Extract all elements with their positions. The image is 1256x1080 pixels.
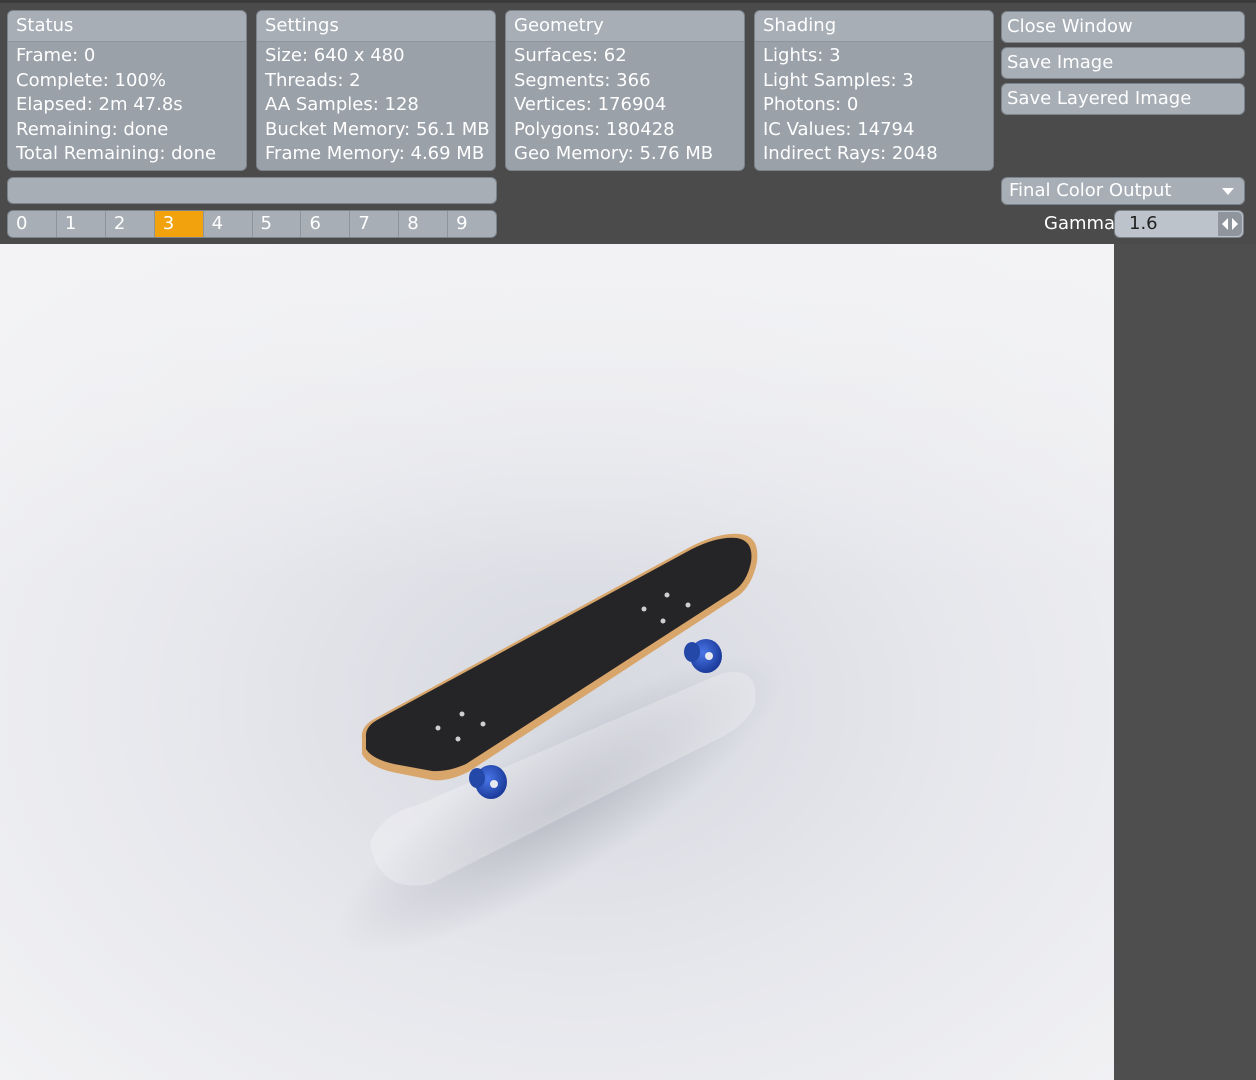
output-select[interactable]: Final Color Output (1001, 177, 1245, 205)
window-top-border (0, 0, 1256, 3)
frame-buffer-8[interactable]: 8 (399, 211, 449, 237)
settings-frame-memory: Frame Memory: 4.69 MB (265, 143, 485, 164)
status-complete: Complete: 100% (16, 69, 166, 91)
render-image (0, 244, 1114, 1080)
shading-indirect-rays: Indirect Rays: 2048 (763, 143, 938, 164)
gamma-label: Gamma (1044, 213, 1116, 234)
geometry-panel: Geometry Surfaces: 62 Segments: 366 Vert… (505, 10, 745, 171)
status-panel: Status Frame: 0 Complete: 100% Elapsed: … (7, 10, 247, 171)
frame-buffer-6[interactable]: 6 (301, 211, 351, 237)
settings-aa-samples: AA Samples: 128 (265, 94, 419, 115)
gamma-value: 1.6 (1129, 213, 1158, 234)
settings-size: Size: 640 x 480 (265, 45, 405, 66)
settings-panel-title: Settings (257, 11, 495, 42)
chevron-down-icon (1222, 188, 1234, 195)
gamma-input[interactable]: 1.6 (1114, 210, 1244, 238)
shading-panel: Shading Lights: 3 Light Samples: 3 Photo… (754, 10, 994, 171)
geometry-segments: Segments: 366 (514, 69, 651, 91)
spinner-arrows-icon[interactable] (1218, 212, 1242, 236)
frame-buffer-9[interactable]: 9 (448, 211, 496, 237)
geometry-panel-title: Geometry (506, 11, 744, 42)
shading-photons: Photons: 0 (763, 94, 859, 115)
settings-threads: Threads: 2 (265, 69, 361, 91)
status-panel-title: Status (8, 11, 246, 42)
settings-bucket-memory: Bucket Memory: 56.1 MB (265, 118, 490, 140)
render-progress-bar (7, 177, 497, 204)
status-total-remaining: Total Remaining: done (16, 143, 217, 164)
frame-buffer-3[interactable]: 3 (154, 211, 204, 237)
output-select-value: Final Color Output (1009, 180, 1172, 201)
save-image-button[interactable]: Save Image (1001, 47, 1245, 79)
status-elapsed: Elapsed: 2m 47.8s (16, 94, 183, 115)
status-remaining: Remaining: done (16, 118, 169, 140)
frame-buffer-1[interactable]: 1 (57, 211, 106, 237)
shading-light-samples: Light Samples: 3 (763, 69, 914, 91)
close-window-button[interactable]: Close Window (1001, 11, 1245, 43)
frame-buffer-0[interactable]: 0 (8, 211, 57, 237)
shading-panel-title: Shading (755, 11, 993, 42)
shading-lights: Lights: 3 (763, 45, 841, 66)
render-viewport (0, 244, 1114, 1080)
geometry-geo-memory: Geo Memory: 5.76 MB (514, 143, 714, 164)
save-layered-image-button[interactable]: Save Layered Image (1001, 83, 1245, 115)
shading-ic-values: IC Values: 14794 (763, 118, 915, 140)
viewport-side-strip (1114, 244, 1256, 1080)
frame-buffer-7[interactable]: 7 (350, 211, 400, 237)
frame-buffer-2[interactable]: 2 (106, 211, 155, 237)
frame-buffer-4[interactable]: 4 (204, 211, 253, 237)
frame-buffer-selector: 0 1 2 3 4 5 6 7 8 9 (7, 210, 497, 238)
settings-panel: Settings Size: 640 x 480 Threads: 2 AA S… (256, 10, 496, 171)
frame-buffer-5[interactable]: 5 (253, 211, 302, 237)
status-frame: Frame: 0 (16, 45, 96, 66)
geometry-surfaces: Surfaces: 62 (514, 45, 627, 66)
geometry-vertices: Vertices: 176904 (514, 94, 667, 115)
geometry-polygons: Polygons: 180428 (514, 118, 675, 140)
